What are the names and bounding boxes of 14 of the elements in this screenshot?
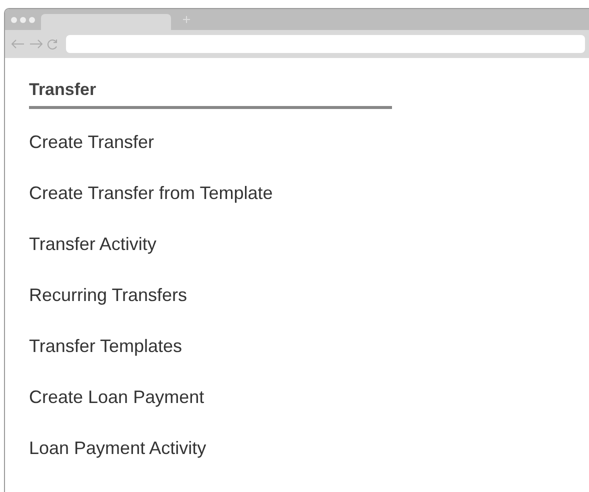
menu-link[interactable]: Create Loan Payment <box>29 387 204 408</box>
menu-link[interactable]: Transfer Templates <box>29 336 182 357</box>
back-icon[interactable] <box>11 39 25 49</box>
section-title: Transfer <box>29 80 96 101</box>
forward-icon[interactable] <box>29 39 43 49</box>
new-tab-icon[interactable] <box>183 16 190 23</box>
menu-link[interactable]: Transfer Activity <box>29 234 156 255</box>
reload-icon[interactable] <box>47 38 58 50</box>
menu-link[interactable]: Create Transfer <box>29 132 154 153</box>
menu-link[interactable]: Recurring Transfers <box>29 285 188 306</box>
address-bar[interactable] <box>66 35 585 53</box>
menu-link[interactable]: Loan Payment Activity <box>29 438 206 459</box>
browser-tab[interactable] <box>41 14 171 30</box>
menu-link[interactable]: Create Transfer from Template <box>29 183 273 204</box>
